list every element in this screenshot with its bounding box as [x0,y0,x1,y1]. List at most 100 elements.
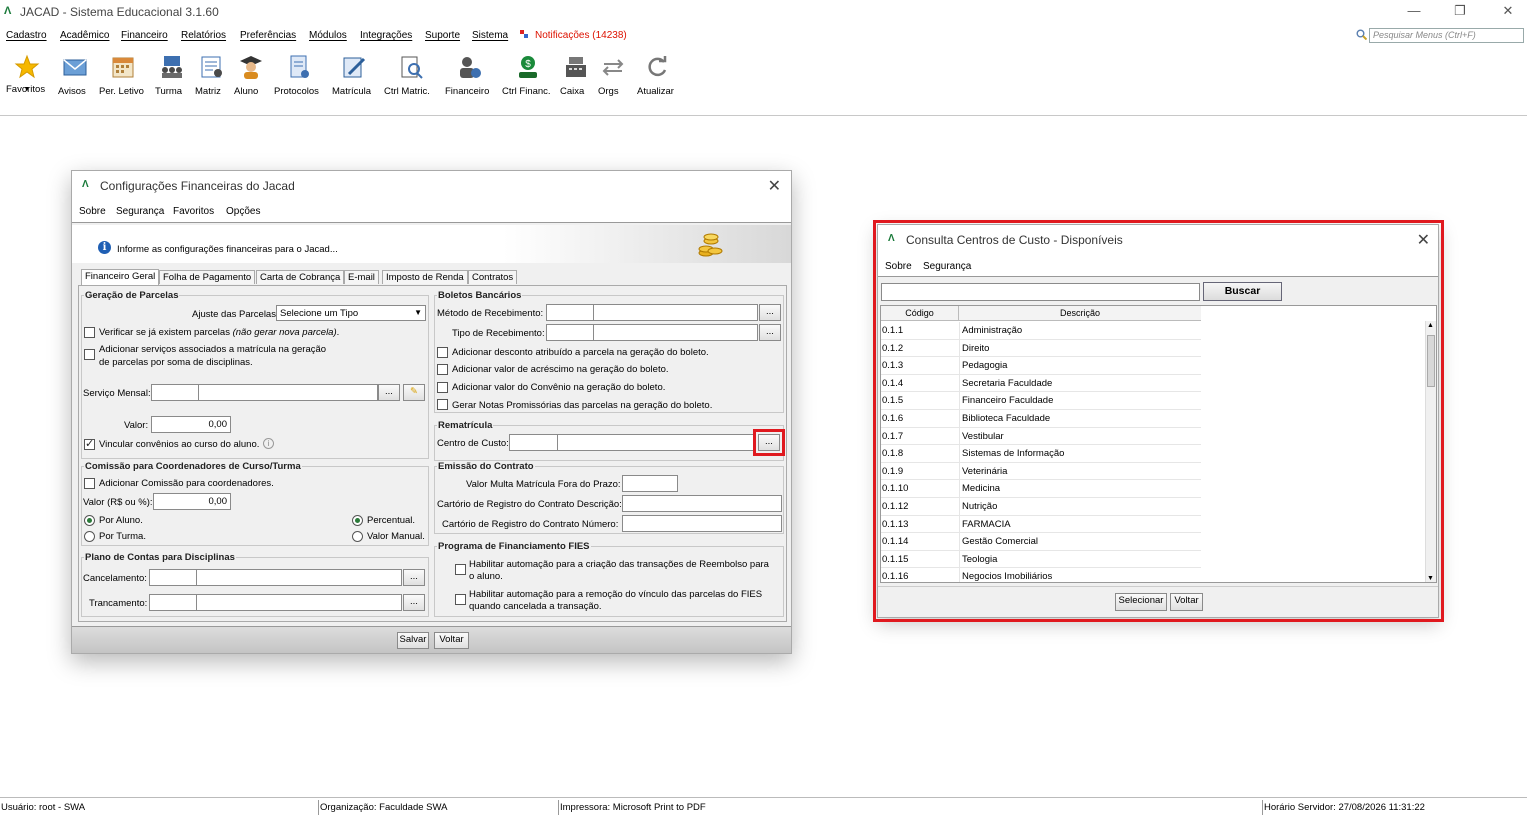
menu-cadastro[interactable]: Cadastro [6,30,47,41]
menu-financeiro[interactable]: Financeiro [121,30,168,41]
servico-mensal-label: Serviço Mensal: [83,388,151,399]
adicionar-comissao-checkbox[interactable] [84,478,95,489]
menu-suporte[interactable]: Suporte [425,30,460,41]
group-title: Comissão para Coordenadores de Curso/Tur… [84,461,302,472]
restore-icon[interactable]: ❐ [1450,3,1470,19]
menu-preferencias[interactable]: Preferências [240,30,296,41]
centro-custo-desc-input[interactable] [557,434,754,451]
trancamento-desc-input[interactable] [196,594,402,611]
vincular-convenios-checkbox[interactable] [84,437,95,450]
acrescimo-checkbox[interactable] [437,364,448,375]
toolbar-favoritos[interactable]: Favoritos ▼ [6,54,48,95]
tab-financeiro-geral[interactable]: Financeiro Geral [81,269,160,285]
group-title: Emissão do Contrato [437,461,535,472]
info-text: Informe as configurações financeiras par… [117,244,338,255]
tipo-browse-button[interactable]: ... [759,324,781,341]
centro-custo-code-input[interactable] [509,434,558,451]
tipo-desc-input[interactable] [593,324,758,341]
tab-imposto-renda[interactable]: Imposto de Renda [382,270,468,284]
servico-mensal-edit-button[interactable]: ✎ [403,384,425,401]
back-button[interactable]: Voltar [434,632,469,649]
finance-icon [456,54,482,80]
cartorio-desc-input[interactable] [622,495,782,512]
fies-remocao-checkbox[interactable] [455,594,466,605]
tab-folha-pagamento[interactable]: Folha de Pagamento [159,270,256,284]
metodo-code-input[interactable] [546,304,594,321]
menu-sistema[interactable]: Sistema [472,30,508,41]
promissorias-checkbox[interactable] [437,399,448,410]
close-icon[interactable]: ✕ [1498,3,1518,19]
toolbar-matriz[interactable]: Matriz [195,54,229,97]
menu-favoritos[interactable]: Favoritos [173,206,214,217]
valor-label: Valor: [124,420,149,431]
group-title: Programa de Financiamento FIES [437,541,591,552]
adicionar-servicos-label-2: de parcelas por soma de disciplinas. [99,357,253,368]
toolbar-caixa[interactable]: Caixa [560,54,592,97]
pencil-icon: ✎ [410,386,418,397]
notification-bell-icon [520,30,528,39]
toolbar-aluno[interactable]: Aluno [234,54,268,97]
fies-reembolso-checkbox[interactable] [455,564,466,575]
trancamento-code-input[interactable] [149,594,197,611]
toolbar-protocolos[interactable]: Protocolos [274,54,324,97]
toolbar-ctrl-financ[interactable]: $ Ctrl Financ. [502,54,554,97]
adicionar-servicos-checkbox[interactable] [84,349,95,360]
toolbar-per-letivo[interactable]: Per. Letivo [99,54,147,97]
config-dialog: Λ Configurações Financeiras do Jacad ✕ S… [71,170,792,654]
tab-email[interactable]: E-mail [344,270,379,284]
servico-mensal-code-input[interactable] [151,384,199,401]
metodo-browse-button[interactable]: ... [759,304,781,321]
percentual-label: Percentual. [367,515,416,526]
save-button[interactable]: Salvar [397,632,429,649]
percentual-radio[interactable] [352,515,363,526]
calendar-icon [110,54,136,80]
trancamento-browse-button[interactable]: ... [403,594,425,611]
menu-integracoes[interactable]: Integrações [360,30,412,41]
metodo-desc-input[interactable] [593,304,758,321]
cancelamento-browse-button[interactable]: ... [403,569,425,586]
vincular-convenios-label: Vincular convênios ao curso do aluno. [99,439,260,450]
toolbar-financeiro[interactable]: Financeiro [445,54,493,97]
help-icon[interactable]: i [263,438,274,449]
toolbar-atualizar[interactable]: Atualizar [637,54,677,97]
convenio-checkbox[interactable] [437,382,448,393]
menu-relatorios[interactable]: Relatórios [181,30,226,41]
tab-carta-cobranca[interactable]: Carta de Cobrança [256,270,345,284]
tab-contratos[interactable]: Contratos [468,270,518,284]
group-title: Plano de Contas para Disciplinas [84,552,236,563]
cancelamento-code-input[interactable] [149,569,197,586]
ajuste-select[interactable]: Selecione um Tipo ▼ [276,305,426,321]
verificar-parcelas-label: Verificar se já existem parcelas (não ge… [99,327,340,338]
verificar-parcelas-checkbox[interactable] [84,327,95,338]
config-dialog-titlebar: Λ Configurações Financeiras do Jacad ✕ [72,171,791,201]
toolbar-avisos[interactable]: Avisos [58,54,92,97]
menu-sobre[interactable]: Sobre [79,206,106,217]
tipo-code-input[interactable] [546,324,594,341]
menu-academico[interactable]: Acadêmico [60,30,109,41]
por-turma-label: Por Turma. [99,531,146,542]
valor-input[interactable]: 0,00 [151,416,231,433]
toolbar-orgs[interactable]: Orgs [598,54,628,97]
menu-modulos[interactable]: Módulos [309,30,347,41]
cartorio-num-input[interactable] [622,515,782,532]
toolbar-turma[interactable]: Turma [155,54,189,97]
servico-mensal-browse-button[interactable]: ... [378,384,400,401]
menu-notificacoes[interactable]: Notificações (14238) [535,30,627,41]
toolbar-matricula[interactable]: Matrícula [332,54,376,97]
valor-manual-radio[interactable] [352,531,363,542]
desconto-checkbox[interactable] [437,347,448,358]
multa-input[interactable] [622,475,678,492]
protocol-icon [286,54,312,80]
toolbar-ctrl-matric[interactable]: Ctrl Matric. [384,54,438,97]
close-icon[interactable]: ✕ [768,176,781,196]
minimize-icon[interactable]: — [1404,3,1424,18]
servico-mensal-desc-input[interactable] [198,384,378,401]
comissao-valor-input[interactable]: 0,00 [153,493,231,510]
cancelamento-desc-input[interactable] [196,569,402,586]
por-aluno-radio[interactable] [84,515,95,526]
menu-seguranca[interactable]: Segurança [116,206,164,217]
por-turma-radio[interactable] [84,531,95,542]
search-menus-input[interactable]: Pesquisar Menus (Ctrl+F) [1369,28,1524,43]
menu-opcoes[interactable]: Opções [226,206,260,217]
comissao-valor-label: Valor (R$ ou %): [83,497,153,508]
